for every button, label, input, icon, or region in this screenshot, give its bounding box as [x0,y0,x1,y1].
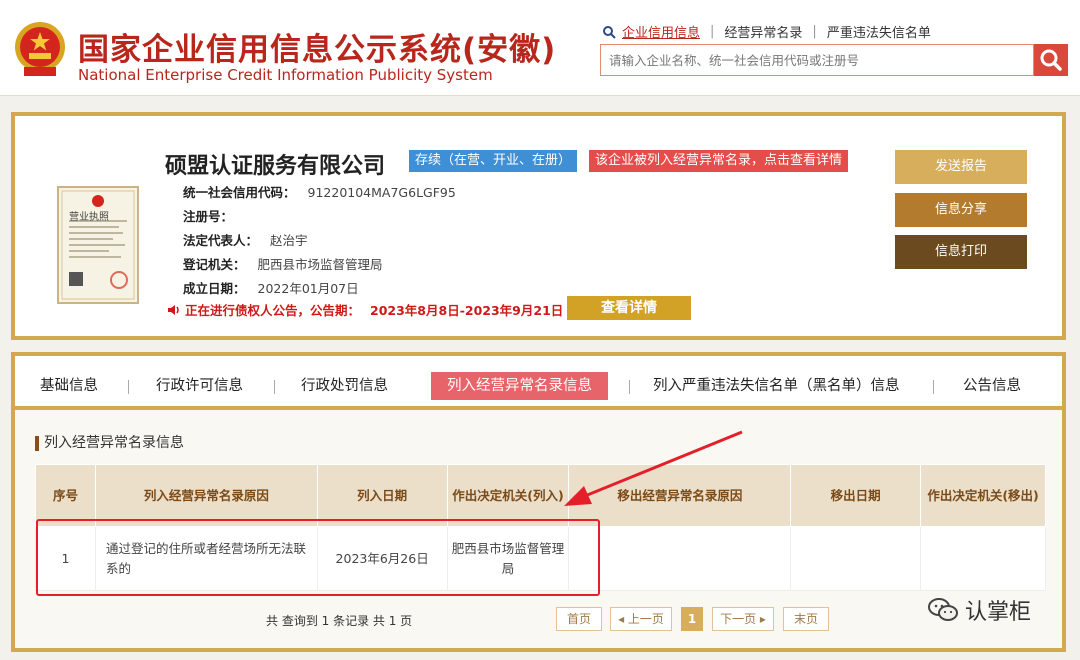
cell-remove-reason [568,526,792,591]
print-info-button[interactable]: 信息打印 [895,235,1027,269]
tab-admin-penalty[interactable]: 行政处罚信息 [301,372,388,400]
cell-remove-authority [920,526,1046,591]
cell-no: 1 [35,526,96,591]
col-reason: 列入经营异常名录原因 [94,464,318,527]
tab-basic-info[interactable]: 基础信息 [40,372,98,400]
watermark-text: 认掌柜 [965,600,1032,625]
search-box [600,44,1034,76]
notice-period: 2023年8月8日-2023年9月21日 [370,303,564,318]
tab-announcements[interactable]: 公告信息 [963,372,1021,400]
info-reg-no: 注册号： [183,209,234,224]
company-card: 营业执照 硕盟认证服务有限公司 存续（在营、开业、在册） 该企业被列入经营异常名… [11,112,1066,340]
info-founded: 成立日期： 2022年01月07日 [183,281,359,296]
first-page-button[interactable]: 首页 [556,607,602,631]
col-remove-authority: 作出决定机关(移出) [920,464,1046,527]
cell-date: 2023年6月26日 [316,526,448,591]
search-small-icon [603,25,616,39]
watermark: 认掌柜 [927,594,1031,626]
site-header: 国家企业信用信息公示系统(安徽) National Enterprise Cre… [0,0,1080,96]
tab-admin-license[interactable]: 行政许可信息 [156,372,243,400]
table-row: 1 通过登记的住所或者经营场所无法联系的 2023年6月26日 肥西县市场监督管… [35,526,1046,591]
cell-reason: 通过登记的住所或者经营场所无法联系的 [94,526,318,591]
info-panel: 基础信息 行政许可信息 行政处罚信息 列入经营异常名录信息 列入严重违法失信名单… [11,352,1066,652]
col-authority: 作出决定机关(列入) [446,464,570,527]
status-badge: 存续（在营、开业、在册） [409,150,578,172]
tab-abnormal-list[interactable]: 列入经营异常名录信息 [431,372,608,400]
creditor-notice: 正在进行债权人公告，公告期： 2023年8月8日-2023年9月21日 [167,300,563,319]
pagination-summary: 共 查询到 1 条记录 共 1 页 [266,614,413,628]
table-header-row: 序号 列入经营异常名录原因 列入日期 作出决定机关(列入) 移出经营异常名录原因… [35,464,1046,527]
abnormal-list-badge[interactable]: 该企业被列入经营异常名录，点击查看详情 [589,150,849,172]
license-caption: 营业执照 [69,212,109,223]
nav-credit-info[interactable]: 企业信用信息 [616,22,710,41]
search-icon [1040,49,1062,71]
info-authority: 登记机关： 肥西县市场监督管理局 [183,257,383,272]
tab-bar: 基础信息 行政许可信息 行政处罚信息 列入经营异常名录信息 列入严重违法失信名单… [15,356,1062,410]
last-page-button[interactable]: 末页 [783,607,829,631]
wechat-icon [928,598,958,621]
site-title: 国家企业信用信息公示系统(安徽) [78,32,557,68]
site-subtitle: National Enterprise Credit Information P… [78,66,493,84]
info-credit-code: 统一社会信用代码： 91220104MA7G6LGF95 [183,185,456,200]
send-report-button[interactable]: 发送报告 [895,150,1027,184]
speaker-icon [168,304,179,315]
search-button[interactable] [1034,44,1068,76]
nav-abnormal-list[interactable]: 经营异常名录 [714,22,812,41]
cell-remove-date [790,526,922,591]
view-details-button[interactable]: 查看详情 [567,296,691,320]
info-legal-rep: 法定代表人： 赵治宇 [183,233,308,248]
tab-blacklist[interactable]: 列入严重违法失信名单（黑名单）信息 [653,372,900,400]
section-title: 列入经营异常名录信息 [35,436,184,451]
search-input[interactable] [601,45,1033,75]
top-nav: 企业信用信息 | 经营异常名录 | 严重违法失信名单 [602,22,941,41]
national-emblem-icon [15,22,65,76]
company-name: 硕盟认证服务有限公司 [165,154,386,179]
page-number-current[interactable]: 1 [681,607,703,631]
cell-authority: 肥西县市场监督管理局 [446,526,570,591]
abnormal-list-table: 序号 列入经营异常名录原因 列入日期 作出决定机关(列入) 移出经营异常名录原因… [35,464,1046,591]
business-license-icon [57,186,139,304]
col-remove-date: 移出日期 [790,464,922,527]
col-date: 列入日期 [316,464,448,527]
nav-blacklist[interactable]: 严重违法失信名单 [817,22,941,41]
col-no: 序号 [35,464,96,527]
share-info-button[interactable]: 信息分享 [895,193,1027,227]
next-page-button[interactable]: 下一页 ▸ [712,607,774,631]
prev-page-button[interactable]: ◂ 上一页 [610,607,672,631]
col-remove-reason: 移出经营异常名录原因 [568,464,792,527]
